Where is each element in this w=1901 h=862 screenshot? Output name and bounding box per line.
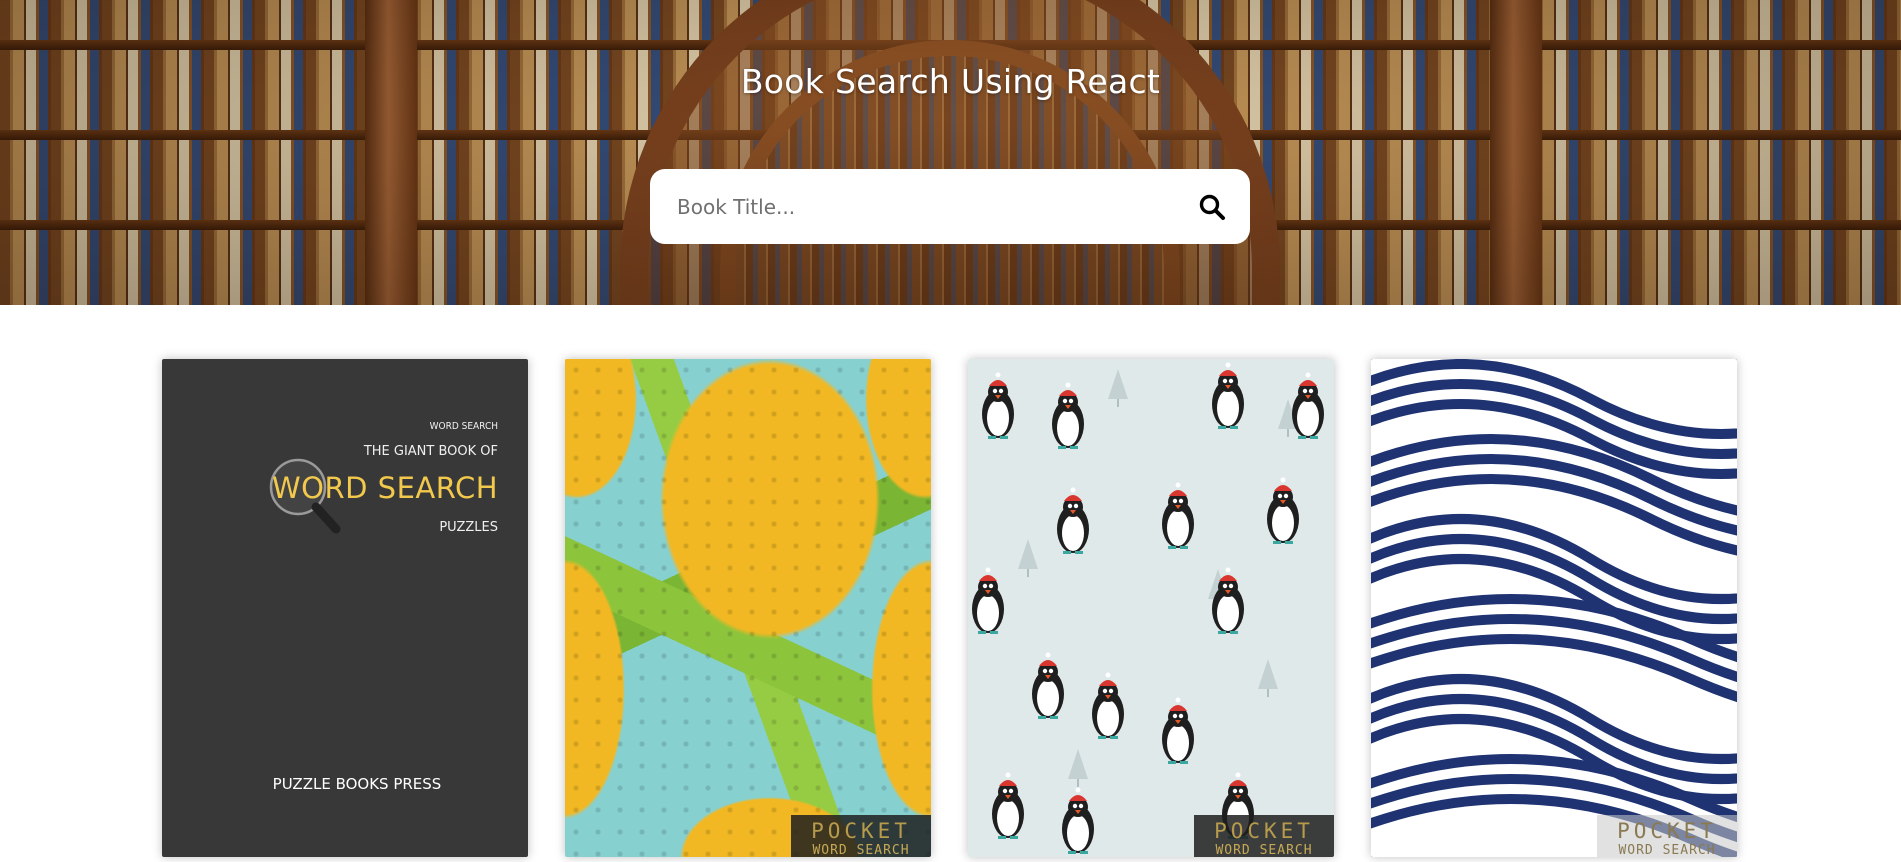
book-card[interactable]: POCKET WORD SEARCH xyxy=(1371,359,1737,857)
page-title: Book Search Using React xyxy=(740,62,1161,101)
badge-line1: POCKET xyxy=(1214,819,1314,843)
search-icon xyxy=(1199,194,1225,220)
pocket-badge: POCKET WORD SEARCH xyxy=(791,815,931,857)
hero-banner: Book Search Using React xyxy=(0,0,1901,305)
badge-line1: POCKET xyxy=(811,819,911,843)
pineapple-texture xyxy=(565,359,931,857)
pocket-badge: POCKET WORD SEARCH xyxy=(1194,815,1334,857)
cover-title: WORD SEARCH xyxy=(271,471,498,505)
cover-subtitle: THE GIANT BOOK OF xyxy=(363,444,498,459)
pocket-badge: POCKET WORD SEARCH xyxy=(1597,815,1737,857)
search-button[interactable] xyxy=(1174,169,1250,244)
hero-overlay xyxy=(0,0,1901,305)
search-bar xyxy=(650,169,1250,244)
cover-tagline: PUZZLES xyxy=(439,520,498,535)
badge-line2: WORD SEARCH xyxy=(1618,843,1716,857)
penguin-pattern xyxy=(972,362,1324,854)
badge-line1: POCKET xyxy=(1617,819,1717,843)
cover-series-label: WORD SEARCH xyxy=(429,421,498,432)
badge-line2: WORD SEARCH xyxy=(1215,843,1313,857)
book-card[interactable]: POCKET WORD SEARCH xyxy=(565,359,931,857)
badge-line2: WORD SEARCH xyxy=(812,843,910,857)
book-card[interactable]: WORD SEARCH THE GIANT BOOK OF WORD SEARC… xyxy=(162,359,528,857)
book-card[interactable]: POCKET WORD SEARCH xyxy=(968,359,1334,857)
book-grid: WORD SEARCH THE GIANT BOOK OF WORD SEARC… xyxy=(162,359,1742,862)
search-input[interactable] xyxy=(650,169,1174,244)
wave-pattern xyxy=(1371,359,1737,857)
cover-publisher: PUZZLE BOOKS PRESS xyxy=(272,775,442,793)
